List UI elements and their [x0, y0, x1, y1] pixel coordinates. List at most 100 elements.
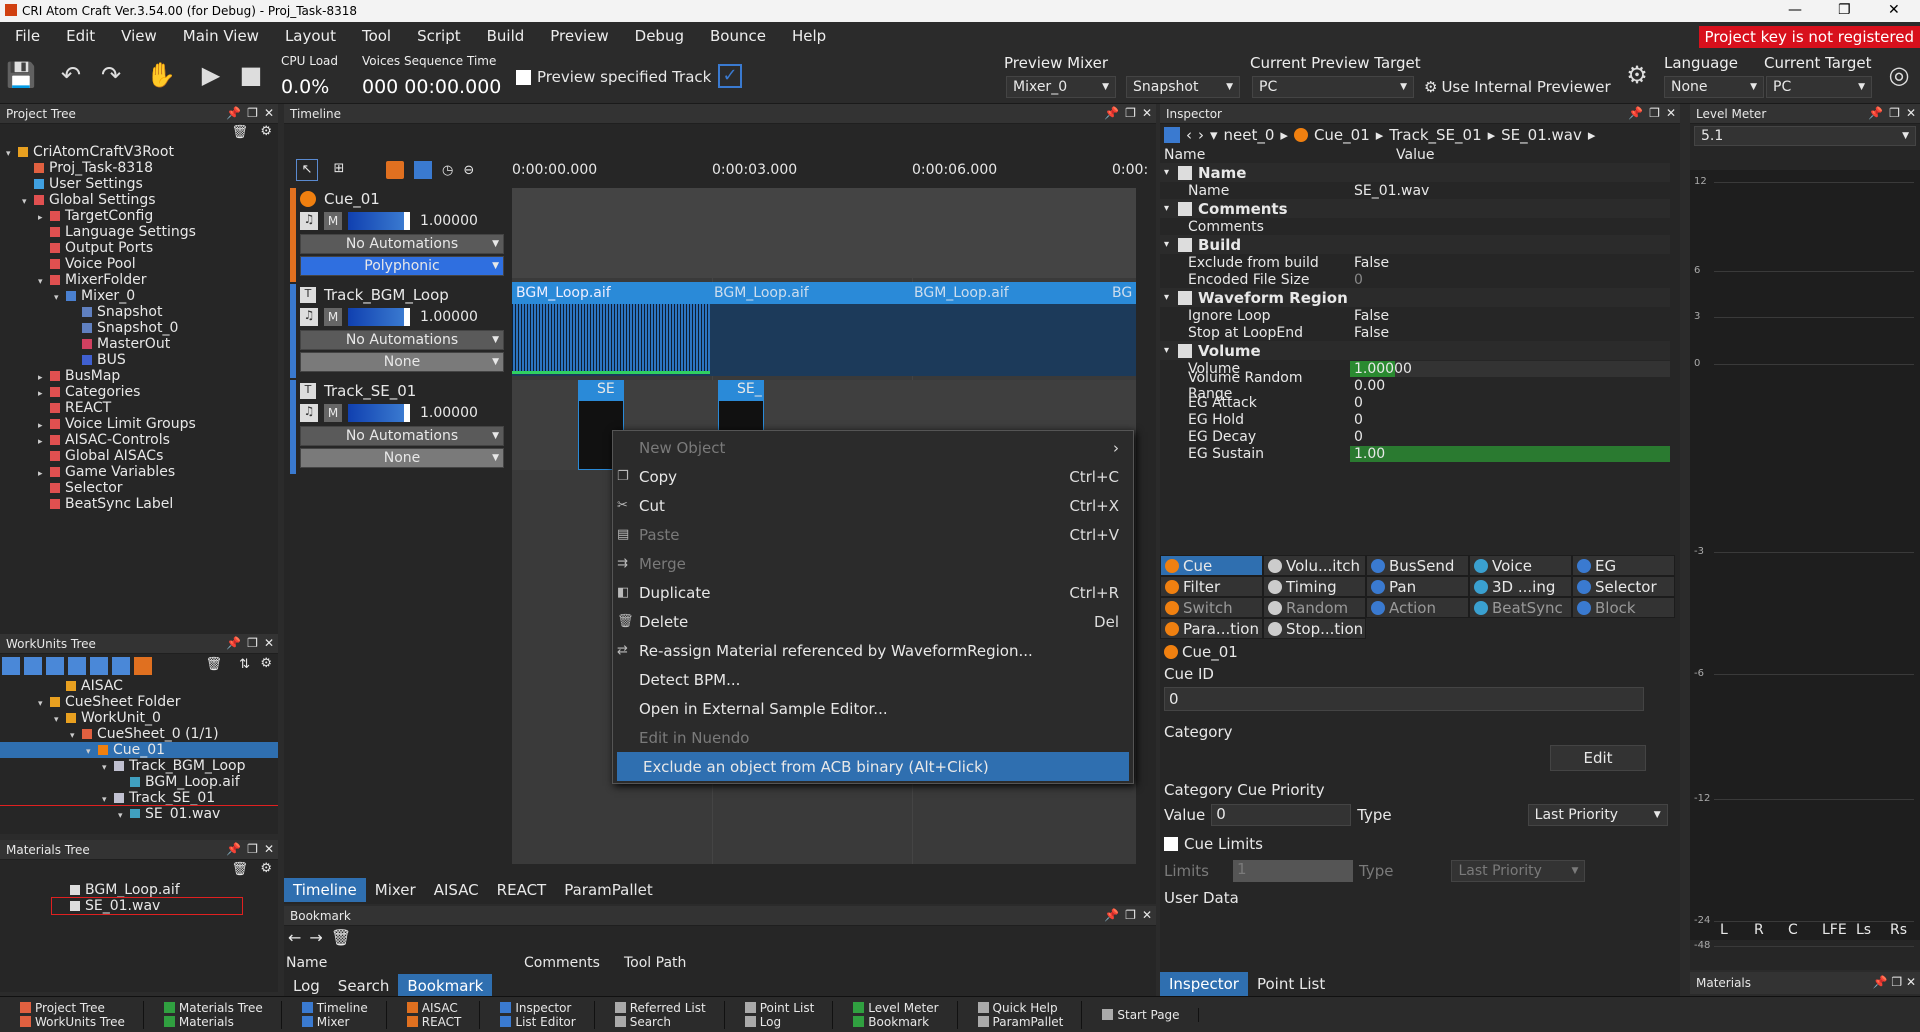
- sort-icon[interactable]: ⇅: [239, 657, 250, 672]
- close-icon[interactable]: ✕: [1906, 106, 1916, 120]
- mix-icon[interactable]: ♫: [300, 308, 318, 326]
- tree-item[interactable]: BGM_Loop.aif: [0, 774, 278, 790]
- dock-item[interactable]: Materials: [163, 1015, 263, 1029]
- menu-help[interactable]: Help: [779, 22, 839, 50]
- category-button[interactable]: BusSend: [1366, 555, 1469, 576]
- property-row[interactable]: Encoded File Size 0: [1160, 271, 1670, 288]
- back-icon[interactable]: ‹: [1186, 126, 1192, 144]
- context-item-paste[interactable]: ▤ Paste Ctrl+V: [613, 520, 1133, 549]
- crumb[interactable]: neet_0: [1224, 126, 1275, 144]
- mix-icon[interactable]: ♫: [300, 212, 318, 230]
- float-icon[interactable]: ❐: [247, 842, 258, 856]
- menu-tool[interactable]: Tool: [349, 22, 404, 50]
- material-item[interactable]: BGM_Loop.aif: [70, 882, 278, 898]
- float-icon[interactable]: ❐: [1125, 106, 1136, 120]
- section-header[interactable]: ▾ Name: [1160, 163, 1670, 182]
- dock-item[interactable]: Search: [614, 1015, 706, 1029]
- menu-layout[interactable]: Layout: [272, 22, 349, 50]
- context-item-exclude[interactable]: Exclude an object from ACB binary (Alt+C…: [617, 752, 1129, 781]
- tree-item[interactable]: ▾ CriAtomCraftV3Root: [0, 144, 278, 160]
- material-item[interactable]: SE_01.wav: [51, 897, 243, 915]
- mode-dropdown[interactable]: None ▼: [300, 448, 504, 468]
- dock-item[interactable]: Inspector: [500, 1001, 575, 1015]
- track-header-bgm[interactable]: T Track_BGM_Loop ♫ M 1.00000 No Automations…: [290, 284, 504, 378]
- dock-item[interactable]: Materials Tree: [163, 1001, 263, 1015]
- float-icon[interactable]: ❐: [1889, 106, 1900, 120]
- menu-bounce[interactable]: Bounce: [697, 22, 779, 50]
- time-ruler[interactable]: 0:00:00.000 0:00:03.000 0:00:06.000 0:00…: [512, 154, 1148, 184]
- tool-icon-2[interactable]: [24, 657, 42, 675]
- dock-item[interactable]: Start Page: [1102, 1008, 1180, 1022]
- tree-item[interactable]: ▾ CueSheet Folder: [0, 694, 278, 710]
- dock-item[interactable]: AISAC: [406, 1001, 462, 1015]
- tree-item[interactable]: ▸ AISAC-Controls: [0, 432, 278, 448]
- info-icon[interactable]: ◎: [1884, 60, 1914, 90]
- col-comments[interactable]: Comments: [524, 955, 600, 971]
- dock-item[interactable]: Point List: [744, 1001, 814, 1015]
- property-row[interactable]: EG Sustain 1.00: [1160, 445, 1670, 462]
- tree-item[interactable]: Snapshot: [0, 304, 278, 320]
- crumb[interactable]: Cue_01: [1314, 126, 1370, 144]
- col-value[interactable]: Value: [1396, 147, 1434, 163]
- dock-item[interactable]: Log: [744, 1015, 815, 1029]
- tree-item[interactable]: ▸ Game Variables: [0, 464, 278, 480]
- close-icon[interactable]: ✕: [264, 842, 274, 856]
- property-row[interactable]: EG Attack 0: [1160, 394, 1670, 411]
- dock-item[interactable]: Timeline: [301, 1001, 368, 1015]
- dock-item[interactable]: Mixer: [301, 1015, 368, 1029]
- pin-icon[interactable]: 📌: [1628, 106, 1643, 120]
- mode-dropdown[interactable]: None ▼: [300, 352, 504, 372]
- tree-item[interactable]: Language Settings: [0, 224, 278, 240]
- menu-preview[interactable]: Preview: [537, 22, 621, 50]
- tool-icon-3[interactable]: [46, 657, 64, 675]
- close-icon[interactable]: ✕: [264, 106, 274, 120]
- tree-item[interactable]: MasterOut: [0, 336, 278, 352]
- category-button[interactable]: Voice: [1469, 555, 1572, 576]
- clock-icon[interactable]: ◷: [442, 163, 453, 178]
- tree-item[interactable]: ▸ Categories: [0, 384, 278, 400]
- tool-icon-7[interactable]: [134, 657, 152, 675]
- category-button[interactable]: Switch: [1160, 597, 1263, 618]
- tab-aisac[interactable]: AISAC: [425, 878, 488, 902]
- volume-slider[interactable]: [348, 212, 410, 230]
- gear-icon[interactable]: ⚙: [260, 861, 272, 876]
- gear-icon[interactable]: ⚙: [260, 656, 272, 671]
- record-icon[interactable]: [386, 161, 404, 179]
- menu-script[interactable]: Script: [404, 22, 474, 50]
- section-header[interactable]: ▾ Volume: [1160, 341, 1670, 360]
- float-icon[interactable]: ❐: [1125, 908, 1136, 922]
- property-row[interactable]: Exclude from build False: [1160, 254, 1670, 271]
- context-item-delete[interactable]: 🗑 Delete Del: [613, 607, 1133, 636]
- tree-item[interactable]: Voice Pool: [0, 256, 278, 272]
- cue-id-input[interactable]: 0: [1164, 687, 1644, 711]
- chevron-down-icon[interactable]: ▾: [1210, 126, 1218, 144]
- tree-item[interactable]: BUS: [0, 352, 278, 368]
- select-tool-icon[interactable]: ↖: [296, 159, 318, 181]
- track-header-cue[interactable]: Cue_01 ♫ M 1.00000 No Automations ▼ Polypho…: [290, 188, 504, 282]
- mixer-dropdown[interactable]: Mixer_0 ▼: [1006, 76, 1116, 98]
- back-icon[interactable]: ←: [288, 928, 301, 947]
- category-button[interactable]: Filter: [1160, 576, 1263, 597]
- tool-icon-1[interactable]: [2, 657, 20, 675]
- dock-item[interactable]: List Editor: [500, 1015, 576, 1029]
- tab-react[interactable]: REACT: [488, 878, 556, 902]
- category-button[interactable]: Block: [1572, 597, 1675, 618]
- priority-value-input[interactable]: 0: [1211, 804, 1352, 826]
- category-button[interactable]: Volu...itch: [1263, 555, 1366, 576]
- section-header[interactable]: ▾ Comments: [1160, 199, 1670, 218]
- pin-icon[interactable]: 📌: [226, 636, 241, 650]
- menu-edit[interactable]: Edit: [53, 22, 108, 50]
- tree-item[interactable]: ▸ BusMap: [0, 368, 278, 384]
- category-button[interactable]: EG: [1572, 555, 1675, 576]
- preview-track-checkbox[interactable]: Preview specified Track: [516, 68, 711, 86]
- menu-build[interactable]: Build: [474, 22, 538, 50]
- category-button[interactable]: Selector: [1572, 576, 1675, 597]
- channel-mode-dropdown[interactable]: 5.1 ▼: [1694, 126, 1916, 146]
- tree-item[interactable]: ▸ Voice Limit Groups: [0, 416, 278, 432]
- section-header[interactable]: ▾ Waveform Region: [1160, 288, 1670, 307]
- property-row[interactable]: EG Hold 0: [1160, 411, 1670, 428]
- tree-item[interactable]: Output Ports: [0, 240, 278, 256]
- automation-dropdown[interactable]: No Automations ▼: [300, 426, 504, 446]
- float-icon[interactable]: ❐: [1891, 975, 1902, 989]
- category-button[interactable]: Stop...tion: [1263, 618, 1366, 639]
